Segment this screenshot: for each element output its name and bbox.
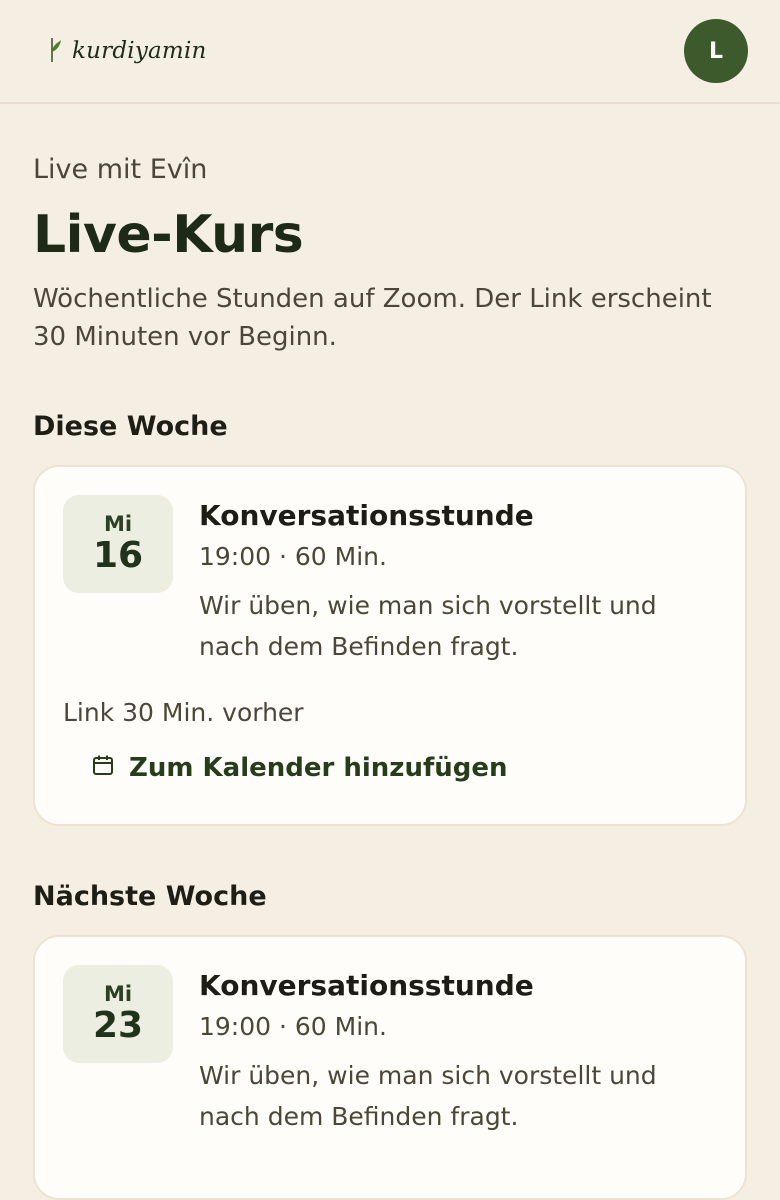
add-to-calendar-label: Zum Kalender hinzufügen xyxy=(129,753,508,784)
top-bar: kurdiyamin L xyxy=(0,0,780,104)
link-note: Link 30 Min. vorher xyxy=(63,697,304,727)
date-number: 23 xyxy=(92,1004,144,1046)
event-card: Mi 23 Konversationsstunde 19:00 · 60 Min… xyxy=(33,934,747,1200)
brand-name: kurdiyamin xyxy=(72,38,207,64)
leaf-icon xyxy=(48,34,62,68)
date-weekday: Mi xyxy=(103,511,133,536)
event-title: Konversationsstunde xyxy=(199,498,534,532)
date-badge: Mi 16 xyxy=(63,494,173,593)
brand-logo[interactable]: kurdiyamin xyxy=(48,34,207,68)
main-content: Live mit Evîn Live-Kurs Wöchentliche Stu… xyxy=(0,154,780,1200)
page-subtitle: Wöchentliche Stunden auf Zoom. Der Link … xyxy=(33,284,712,353)
date-badge: Mi 23 xyxy=(63,964,173,1063)
section-title-next-week: Nächste Woche xyxy=(33,880,267,912)
page-title: Live-Kurs xyxy=(33,205,304,265)
event-description: Wir üben, wie man sich vorstellt und nac… xyxy=(199,1060,657,1132)
avatar[interactable]: L xyxy=(684,19,748,83)
event-card: Mi 16 Konversationsstunde 19:00 · 60 Min… xyxy=(33,464,747,826)
section-title-this-week: Diese Woche xyxy=(33,410,228,442)
add-to-calendar-button[interactable]: Zum Kalender hinzufügen xyxy=(91,753,717,784)
event-time: 19:00 · 60 Min. xyxy=(199,1011,387,1041)
calendar-icon xyxy=(91,753,115,784)
event-title: Konversationsstunde xyxy=(199,968,534,1002)
event-time: 19:00 · 60 Min. xyxy=(199,541,387,571)
date-number: 16 xyxy=(92,534,144,576)
page-eyebrow: Live mit Evîn xyxy=(33,154,208,185)
date-weekday: Mi xyxy=(103,981,133,1006)
event-description: Wir üben, wie man sich vorstellt und nac… xyxy=(199,590,657,662)
